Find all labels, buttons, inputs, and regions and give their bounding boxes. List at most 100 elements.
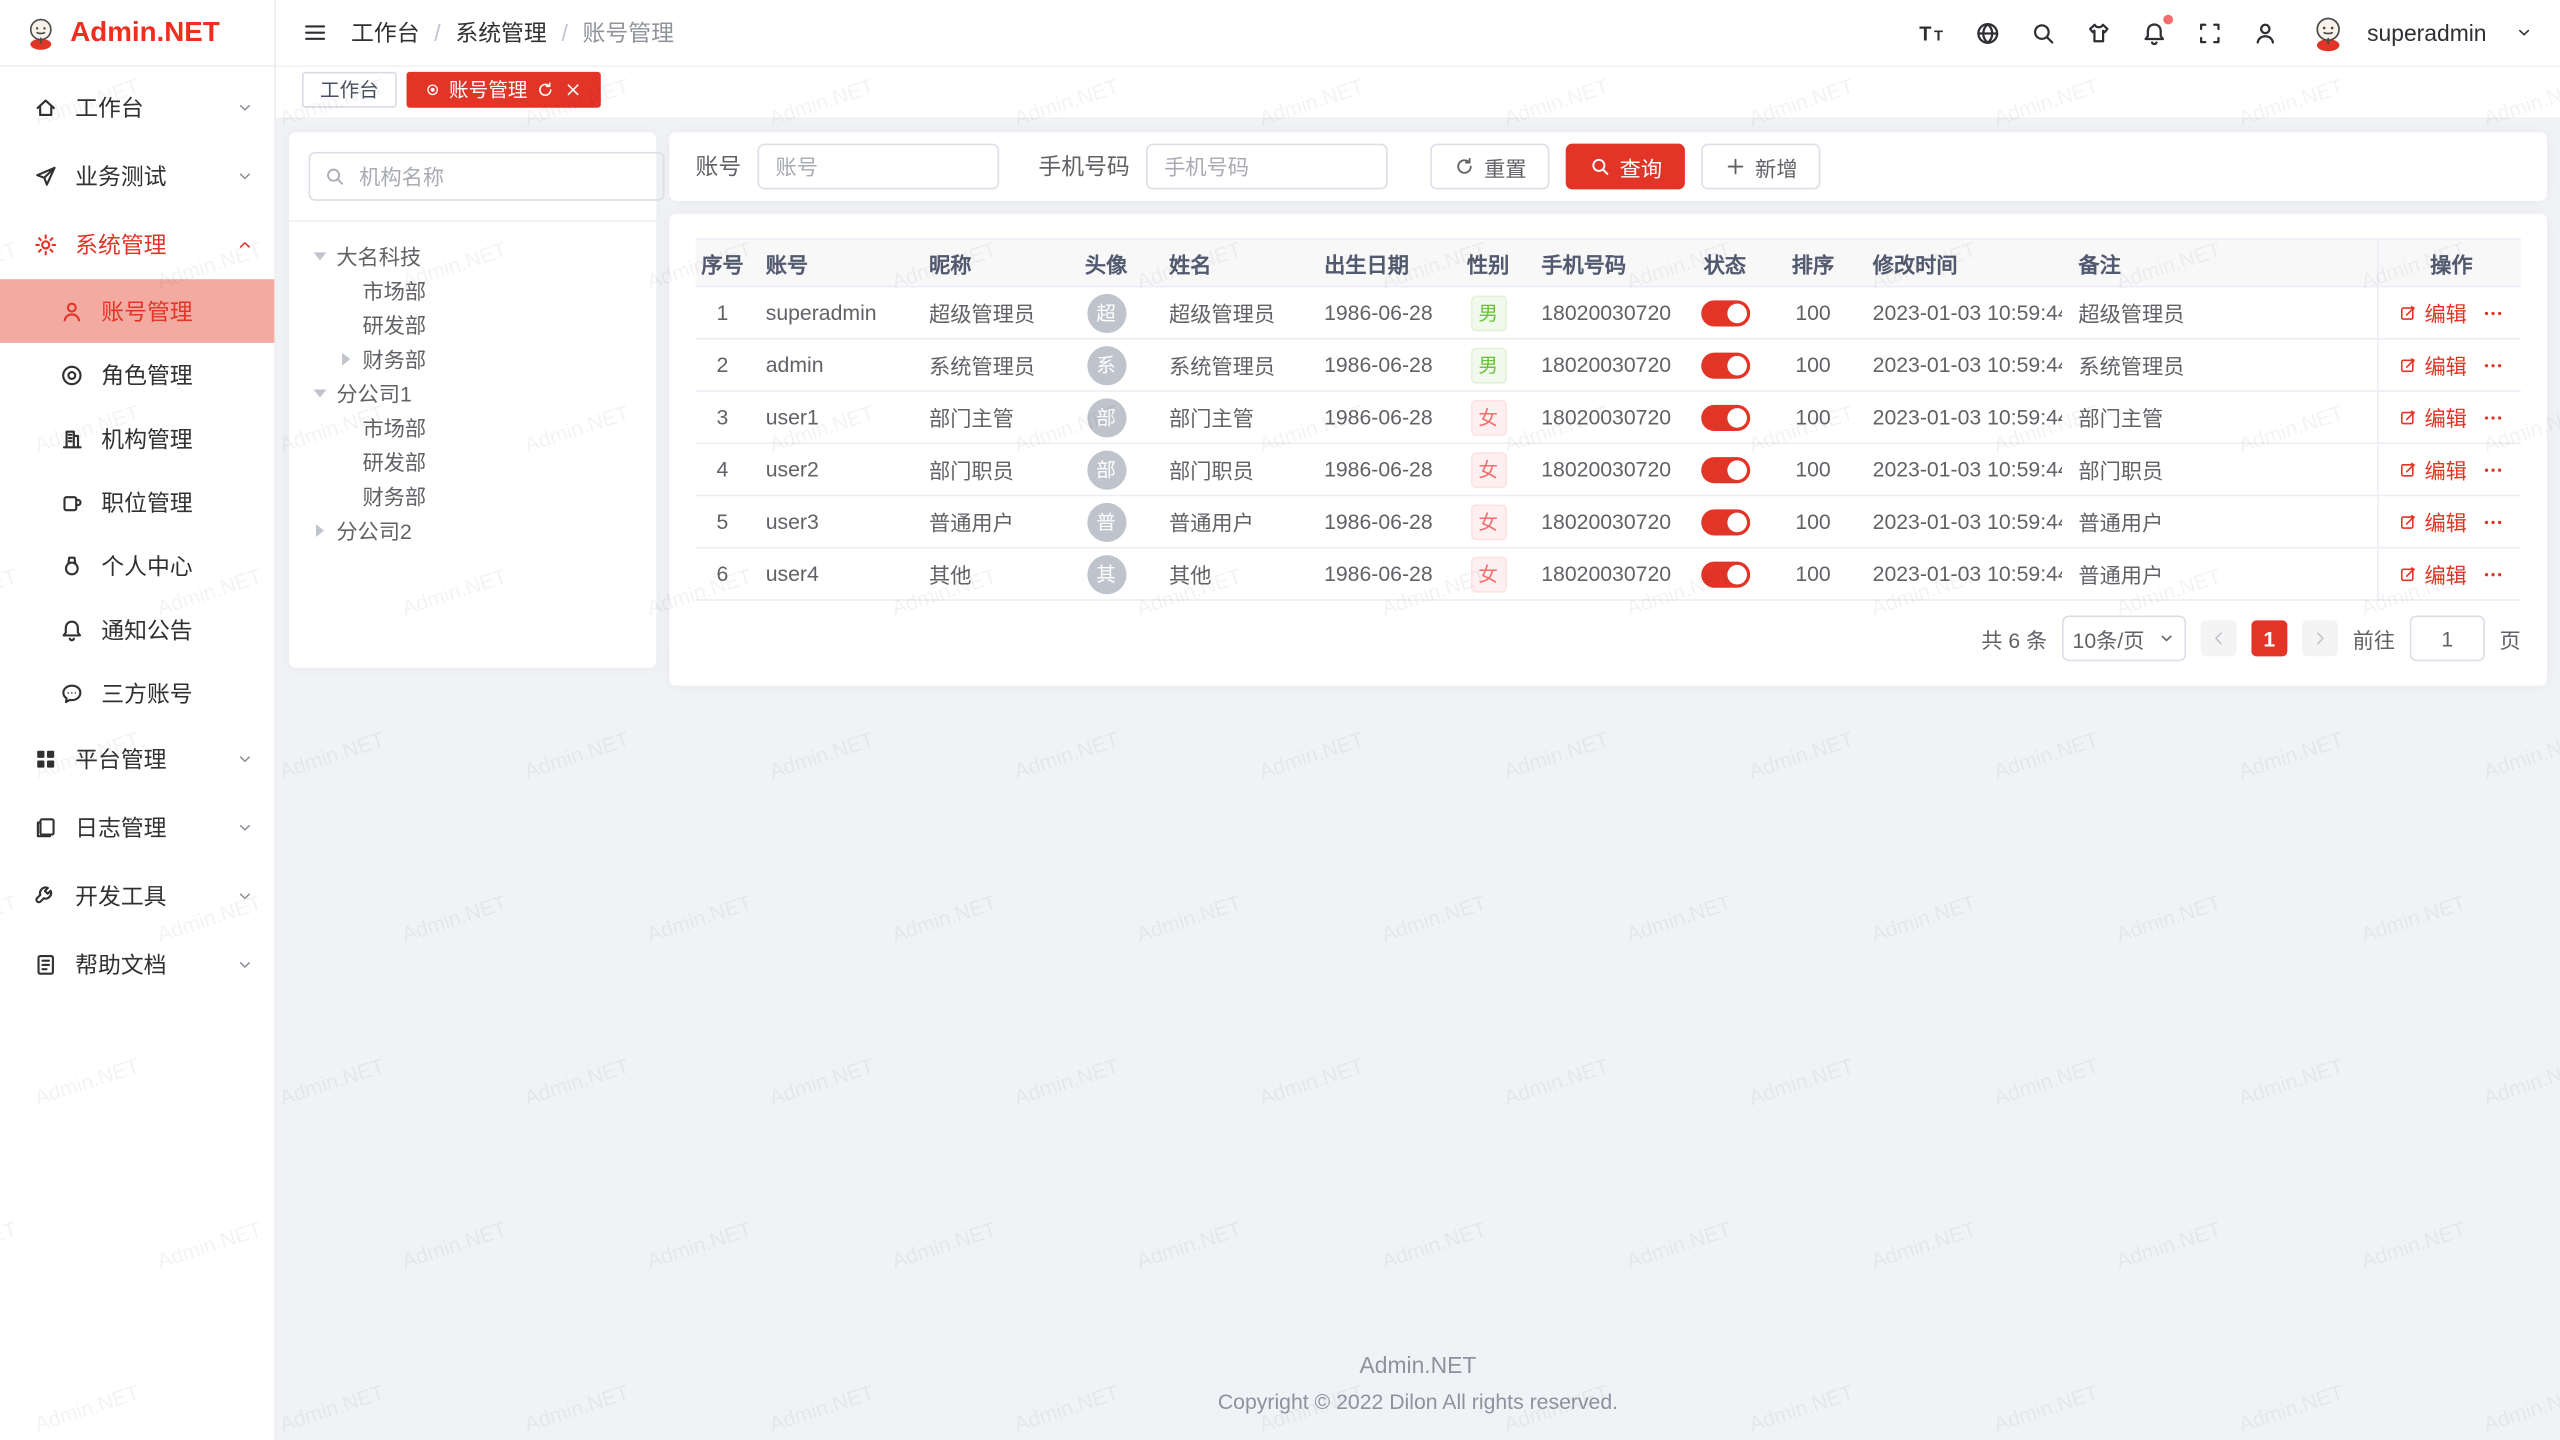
edit-button[interactable]: 编辑 bbox=[2398, 402, 2467, 433]
next-page-button[interactable] bbox=[2302, 620, 2338, 656]
account-input[interactable] bbox=[758, 144, 1000, 190]
caret-spacer bbox=[335, 450, 358, 473]
status-toggle[interactable] bbox=[1700, 404, 1749, 430]
row-more-button[interactable] bbox=[2482, 301, 2505, 324]
edit-button[interactable]: 编辑 bbox=[2398, 454, 2467, 485]
tree-node[interactable]: 市场部 bbox=[309, 273, 637, 307]
edit-button[interactable]: 编辑 bbox=[2398, 558, 2467, 589]
sidebar-item-label: 机构管理 bbox=[101, 422, 254, 455]
app-logo[interactable]: Admin.NET bbox=[0, 0, 274, 67]
sidebar-item-platform[interactable]: 平台管理 bbox=[0, 725, 274, 794]
tree-node[interactable]: 市场部 bbox=[309, 410, 637, 444]
caret-right-icon[interactable] bbox=[335, 347, 358, 370]
breadcrumb-item[interactable]: 工作台 bbox=[351, 16, 420, 49]
caret-right-icon[interactable] bbox=[309, 518, 332, 541]
tree-node[interactable]: 大名科技 bbox=[309, 238, 637, 272]
row-more-button[interactable] bbox=[2482, 458, 2505, 481]
page-1-button[interactable]: 1 bbox=[2251, 620, 2287, 656]
goto-page-input[interactable] bbox=[2410, 616, 2485, 662]
footer: Admin.NET Copyright © 2022 Dilon All rig… bbox=[276, 1352, 2560, 1440]
status-toggle[interactable] bbox=[1700, 300, 1749, 326]
tree-node[interactable]: 研发部 bbox=[309, 444, 637, 478]
tree-node[interactable]: 财务部 bbox=[309, 478, 637, 512]
cell-name: 部门主管 bbox=[1153, 392, 1308, 443]
tree-node-label: 分公司2 bbox=[336, 514, 411, 545]
sidebar-item-account[interactable]: 账号管理 bbox=[0, 279, 274, 343]
chevron-down-icon[interactable] bbox=[2514, 23, 2534, 43]
cell-status bbox=[1680, 287, 1770, 338]
sidebar-item-system[interactable]: 系统管理 bbox=[0, 211, 274, 280]
search-icon bbox=[323, 165, 346, 188]
fullscreen-icon[interactable] bbox=[2196, 19, 2224, 47]
cell-remark: 部门主管 bbox=[2062, 392, 2377, 443]
sidebar-item-org[interactable]: 机构管理 bbox=[0, 407, 274, 471]
docs-icon bbox=[33, 952, 59, 978]
org-search-input-wrap bbox=[309, 152, 665, 201]
global-search-icon[interactable] bbox=[2029, 19, 2057, 47]
edit-button[interactable]: 编辑 bbox=[2398, 349, 2467, 380]
org-name-input[interactable] bbox=[356, 162, 650, 190]
prev-page-button[interactable] bbox=[2201, 620, 2237, 656]
tab-refresh-icon[interactable] bbox=[536, 79, 556, 99]
watch-icon bbox=[59, 553, 85, 579]
sidebar-item-workbench[interactable]: 工作台 bbox=[0, 73, 274, 142]
sidebar-item-log[interactable]: 日志管理 bbox=[0, 793, 274, 862]
add-button[interactable]: 新增 bbox=[1701, 144, 1820, 190]
sidebar-item-role[interactable]: 角色管理 bbox=[0, 343, 274, 407]
status-toggle[interactable] bbox=[1700, 352, 1749, 378]
sidebar-item-devtools[interactable]: 开发工具 bbox=[0, 862, 274, 931]
sidebar-item-biz-test[interactable]: 业务测试 bbox=[0, 142, 274, 211]
sidebar-item-profile[interactable]: 个人中心 bbox=[0, 534, 274, 598]
cell-nickname: 部门职员 bbox=[913, 444, 1060, 495]
tree-node[interactable]: 分公司2 bbox=[309, 513, 637, 547]
tab-workbench[interactable]: 工作台 bbox=[302, 71, 397, 107]
sidebar-item-third-account[interactable]: 三方账号 bbox=[0, 661, 274, 725]
tree-node[interactable]: 研发部 bbox=[309, 307, 637, 341]
sidebar-item-label: 平台管理 bbox=[75, 743, 219, 776]
cell-op: 编辑 bbox=[2377, 549, 2524, 600]
cell-remark: 普通用户 bbox=[2062, 549, 2377, 600]
edit-button[interactable]: 编辑 bbox=[2398, 297, 2467, 328]
status-toggle[interactable] bbox=[1700, 456, 1749, 482]
status-toggle[interactable] bbox=[1700, 509, 1749, 535]
profile-icon[interactable] bbox=[2251, 19, 2279, 47]
breadcrumb-item[interactable]: 系统管理 bbox=[455, 16, 546, 49]
caret-down-icon[interactable] bbox=[309, 244, 332, 267]
tab-close-icon[interactable] bbox=[563, 79, 583, 99]
edit-button[interactable]: 编辑 bbox=[2398, 506, 2467, 537]
row-more-button[interactable] bbox=[2482, 406, 2505, 429]
theme-icon[interactable] bbox=[2085, 19, 2113, 47]
reset-label: 重置 bbox=[1484, 151, 1526, 182]
cell-order: 100 bbox=[1770, 392, 1857, 443]
caret-spacer bbox=[335, 313, 358, 336]
user-icon bbox=[59, 298, 85, 324]
font-size-icon[interactable]: TT bbox=[1918, 19, 1946, 47]
row-more-button[interactable] bbox=[2482, 510, 2505, 533]
phone-input[interactable] bbox=[1146, 144, 1388, 190]
username[interactable]: superadmin bbox=[2367, 20, 2486, 46]
row-more-button[interactable] bbox=[2482, 353, 2505, 376]
sidebar-item-help[interactable]: 帮助文档 bbox=[0, 931, 274, 1000]
user-avatar[interactable] bbox=[2307, 11, 2349, 53]
sidebar-item-position[interactable]: 职位管理 bbox=[0, 470, 274, 534]
language-icon[interactable] bbox=[1974, 19, 2002, 47]
org-tree-panel: 大名科技市场部研发部财务部分公司1市场部研发部财务部分公司2 bbox=[289, 132, 656, 668]
collapse-menu-icon[interactable] bbox=[302, 20, 328, 46]
tree-node[interactable]: 财务部 bbox=[309, 341, 637, 375]
avatar: 部 bbox=[1087, 450, 1126, 489]
search-button[interactable]: 查询 bbox=[1566, 144, 1685, 190]
notification-bell-icon[interactable] bbox=[2140, 19, 2168, 47]
tab-account-manage[interactable]: 账号管理 bbox=[407, 71, 601, 107]
reset-button[interactable]: 重置 bbox=[1430, 144, 1549, 190]
sidebar-item-notice[interactable]: 通知公告 bbox=[0, 598, 274, 662]
page-size-select[interactable]: 10条/页 bbox=[2062, 616, 2186, 662]
row-more-button[interactable] bbox=[2482, 562, 2505, 585]
tree-node[interactable]: 分公司1 bbox=[309, 376, 637, 410]
gender-badge: 女 bbox=[1470, 399, 1506, 435]
chevron-down-icon bbox=[235, 955, 255, 975]
cell-account: user3 bbox=[749, 496, 912, 547]
caret-down-icon[interactable] bbox=[309, 381, 332, 404]
status-toggle[interactable] bbox=[1700, 561, 1749, 587]
sidebar-item-label: 系统管理 bbox=[75, 229, 219, 262]
tab-label: 工作台 bbox=[320, 75, 379, 103]
